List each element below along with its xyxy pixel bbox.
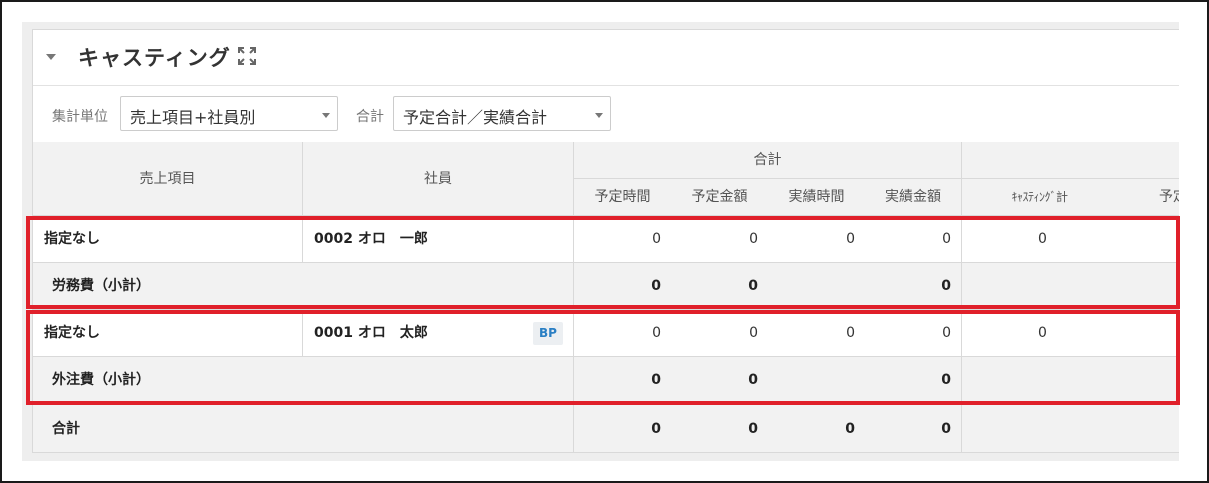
bp-badge: BP	[533, 322, 563, 345]
total-label: 合計	[356, 109, 384, 125]
panel-header: キャスティング	[33, 30, 1179, 86]
row-2-plan-hours: 0	[574, 263, 671, 310]
header-plan-amount: 予定金額	[671, 179, 768, 216]
row-2-subtotal-label: 労務費（小計）	[33, 263, 574, 310]
filter-bar: 集計単位 売上項目+社員別 合計 予定合計／実績合計	[33, 87, 1179, 142]
row-1-plan-amount: 0	[671, 216, 768, 263]
row-3-sales-item: 指定なし	[33, 310, 303, 357]
row-4-plan-amount: 0	[671, 357, 768, 404]
fullscreen-icon[interactable]	[237, 46, 257, 66]
row-4-actual-hours	[768, 357, 865, 404]
header-actual-amount: 実績金額	[865, 179, 962, 216]
casting-table: 売上項目 社員 合計 予定時間 予定金額 実績時間 実績金額 ｷｬｽﾃｨﾝｸﾞ計…	[33, 142, 1179, 452]
total-select-value: 予定合計／実績合計	[403, 108, 548, 127]
header-plan-hours: 予定時間	[574, 179, 671, 216]
row-1-actual-hours: 0	[768, 216, 865, 263]
header-actual-hours: 実績時間	[768, 179, 865, 216]
row-3-casting: 0	[962, 310, 1117, 357]
row-3-plan-amount: 0	[671, 310, 768, 357]
chevron-down-icon	[322, 113, 330, 118]
total-select[interactable]: 予定合計／実績合計	[393, 96, 611, 131]
row-3-employee-name: 0001 オロ 太郎	[314, 325, 428, 341]
row-4-casting	[962, 357, 1179, 404]
header-sales-item: 売上項目	[33, 142, 303, 216]
total-casting	[962, 404, 1179, 452]
total-actual-amount: 0	[865, 404, 962, 452]
total-plan-hours: 0	[574, 404, 671, 452]
row-3-next	[1117, 310, 1179, 357]
header-casting-total: ｷｬｽﾃｨﾝｸﾞ計	[962, 179, 1117, 216]
row-3-plan-hours: 0	[574, 310, 671, 357]
chevron-down-icon	[595, 113, 603, 118]
row-2-plan-amount: 0	[671, 263, 768, 310]
header-employee: 社員	[303, 142, 574, 216]
unit-label: 集計単位	[52, 109, 108, 125]
casting-panel: キャスティング 集計単位 売上項目+社員別 合計 予定合計／実績合計 売上項目 …	[32, 29, 1179, 453]
row-2-actual-hours	[768, 263, 865, 310]
panel-title: キャスティング	[78, 46, 231, 70]
row-3-actual-hours: 0	[768, 310, 865, 357]
row-1-actual-amount: 0	[865, 216, 962, 263]
header-group-total: 合計	[574, 142, 962, 179]
header-next-partial: 予定	[1117, 179, 1179, 216]
row-3-actual-amount: 0	[865, 310, 962, 357]
header-group-next	[962, 142, 1179, 179]
row-4-subtotal-label: 外注費（小計）	[33, 357, 574, 404]
row-1-next	[1117, 216, 1179, 263]
caret-down-icon[interactable]	[46, 54, 56, 60]
row-1-employee[interactable]: 0002 オロ 一郎	[303, 216, 574, 263]
row-4-plan-hours: 0	[574, 357, 671, 404]
row-2-casting	[962, 263, 1179, 310]
row-1-sales-item: 指定なし	[33, 216, 303, 263]
row-2-actual-amount: 0	[865, 263, 962, 310]
unit-select-value: 売上項目+社員別	[130, 108, 256, 127]
total-label: 合計	[33, 404, 574, 452]
row-1-casting: 0	[962, 216, 1117, 263]
row-4-actual-amount: 0	[865, 357, 962, 404]
total-actual-hours: 0	[768, 404, 865, 452]
row-1-plan-hours: 0	[574, 216, 671, 263]
unit-select[interactable]: 売上項目+社員別	[120, 96, 338, 131]
total-plan-amount: 0	[671, 404, 768, 452]
